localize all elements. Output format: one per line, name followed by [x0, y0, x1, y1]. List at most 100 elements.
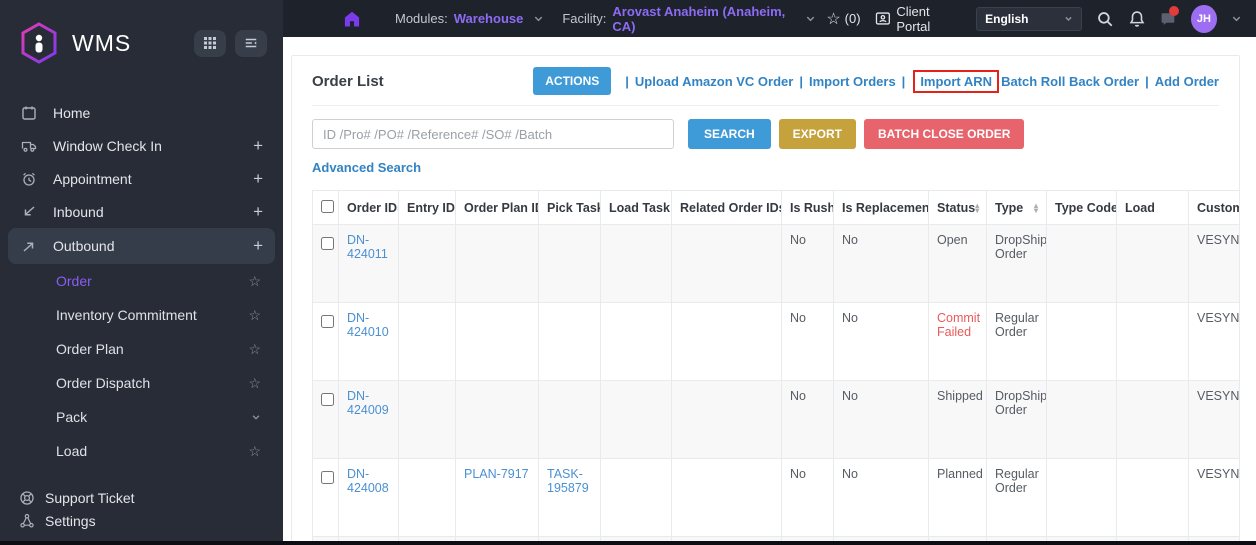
row-checkbox[interactable]	[321, 315, 334, 328]
batch-close-order-button[interactable]: BATCH CLOSE ORDER	[864, 119, 1025, 149]
bell-icon	[1129, 10, 1145, 27]
column-header-load[interactable]: Load	[1116, 190, 1189, 225]
column-header-type-code[interactable]: Type Code▴▾	[1046, 190, 1117, 225]
collapse-sidebar-button[interactable]	[235, 29, 267, 57]
column-header-entry-id[interactable]: Entry ID	[398, 190, 456, 225]
favorite-star-icon[interactable]: ☆	[248, 341, 261, 358]
action-link-add-order[interactable]: Add Order	[1155, 74, 1219, 89]
cell-text[interactable]: DN-424009	[347, 389, 389, 417]
sidebar-subitem-order[interactable]: Order ☆	[0, 264, 283, 298]
cell-text: No	[790, 233, 806, 247]
sidebar-subitem-inventory-commitment[interactable]: Inventory Commitment ☆	[0, 298, 283, 332]
search-input[interactable]	[312, 119, 674, 149]
sidebar-item-appointment[interactable]: Appointment +	[0, 162, 283, 195]
column-header-status[interactable]: Status ▴ ▾	[928, 190, 987, 225]
avatar[interactable]: JH	[1190, 4, 1218, 33]
home-button[interactable]	[343, 10, 361, 28]
cell-text[interactable]: PLAN-7917	[464, 467, 529, 481]
messages-button[interactable]	[1160, 6, 1179, 27]
notifications-button[interactable]	[1128, 10, 1146, 28]
client-portal-button[interactable]: Client Portal	[875, 4, 963, 34]
column-header-type[interactable]: Type ▴ ▾	[986, 190, 1047, 225]
cell-text: No	[790, 389, 806, 403]
cell-order-id[interactable]: DN-424011	[338, 224, 399, 303]
advanced-search-link[interactable]: Advanced Search	[312, 160, 421, 175]
column-header-is-rush[interactable]: Is Rush▴▾	[781, 190, 834, 225]
content-area: Order List ACTIONS | Upload Amazon VC Ord…	[283, 37, 1256, 545]
sidebar-item-window-check-in[interactable]: Window Check In +	[0, 129, 283, 162]
cell-order-id[interactable]: DN-424009	[338, 380, 399, 459]
link-separator: |	[901, 73, 906, 89]
sidebar-item-inbound[interactable]: Inbound +	[0, 195, 283, 228]
column-label: Order Plan ID	[464, 200, 539, 215]
apps-grid-button[interactable]	[194, 29, 226, 57]
sidebar-item-settings[interactable]: Settings	[0, 509, 283, 532]
column-label: Status	[937, 200, 976, 215]
cell-status: Shipped	[928, 380, 987, 459]
chevron-down-icon[interactable]	[251, 412, 261, 422]
sidebar-subitem-load[interactable]: Load ☆	[0, 434, 283, 468]
cell-text: VESYN	[1197, 467, 1239, 481]
expand-plus-icon[interactable]: +	[253, 136, 263, 156]
row-checkbox[interactable]	[321, 393, 334, 406]
row-checkbox-cell[interactable]	[312, 302, 339, 381]
sidebar-subitem-order-plan[interactable]: Order Plan ☆	[0, 332, 283, 366]
language-select[interactable]: English	[976, 6, 1082, 31]
cell-text[interactable]: DN-424010	[347, 311, 389, 339]
search-button[interactable]	[1096, 10, 1114, 28]
sidebar-subitem-pack[interactable]: Pack	[0, 400, 283, 434]
facility-value: Arovast Anaheim (Anaheim, CA)	[612, 3, 786, 34]
modules-selector[interactable]: Modules: Warehouse	[395, 11, 554, 26]
action-link-upload-amazon-vc-order[interactable]: Upload Amazon VC Order	[635, 74, 793, 89]
row-checkbox-cell[interactable]	[312, 224, 339, 303]
sidebar-item-home[interactable]: Home	[0, 96, 283, 129]
favorite-star-icon[interactable]: ☆	[248, 375, 261, 392]
favorite-star-icon[interactable]: ☆	[248, 273, 261, 290]
favorite-star-icon[interactable]: ☆	[248, 307, 261, 324]
export-button[interactable]: EXPORT	[778, 119, 857, 149]
actions-button[interactable]: ACTIONS	[533, 67, 612, 95]
facility-selector[interactable]: Facility: Arovast Anaheim (Anaheim, CA)	[562, 4, 826, 34]
cell-text[interactable]: TASK-195879	[547, 467, 589, 495]
action-link-import-orders[interactable]: Import Orders	[809, 74, 896, 89]
row-checkbox-cell[interactable]	[312, 458, 339, 537]
column-header-order-plan-id[interactable]: Order Plan ID	[455, 190, 539, 225]
column-header-order-id[interactable]: Order ID▴▾	[338, 190, 399, 225]
column-header-customer[interactable]: Customer	[1188, 190, 1239, 225]
row-checkbox[interactable]	[321, 471, 334, 484]
column-header-pick-task[interactable]: Pick Task	[538, 190, 601, 225]
cell-order-id[interactable]: DN-424010	[338, 302, 399, 381]
expand-plus-icon[interactable]: +	[253, 169, 263, 189]
sidebar-item-label: Home	[53, 104, 91, 121]
column-header-is-replacement[interactable]: Is Replacement▴▾	[833, 190, 929, 225]
cell-customer: VESYN	[1188, 302, 1239, 381]
select-all-checkbox[interactable]	[321, 199, 334, 213]
cell-text[interactable]: DN-424008	[347, 467, 389, 495]
cell-pick-task[interactable]: TASK-195879	[538, 458, 601, 537]
cell-order-plan-id[interactable]: PLAN-7917	[455, 458, 539, 537]
order-list-card: Order List ACTIONS | Upload Amazon VC Ord…	[291, 55, 1240, 545]
action-link-batch-roll-back-order[interactable]: Batch Roll Back Order	[1001, 74, 1139, 89]
cell-load	[1116, 302, 1189, 381]
select-all-checkbox-cell[interactable]	[312, 190, 339, 225]
column-header-load-task[interactable]: Load Task	[600, 190, 672, 225]
action-links: ACTIONS | Upload Amazon VC Order | Import O…	[533, 67, 1219, 95]
row-checkbox[interactable]	[321, 237, 334, 250]
search-submit-button[interactable]: SEARCH	[688, 119, 771, 149]
cell-type-code	[1046, 380, 1117, 459]
sidebar-item-support-ticket[interactable]: Support Ticket	[0, 486, 283, 509]
sidebar-item-outbound[interactable]: Outbound +	[8, 228, 275, 264]
row-checkbox-cell[interactable]	[312, 380, 339, 459]
favorite-star-icon[interactable]: ☆	[248, 443, 261, 460]
cell-order-id[interactable]: DN-424008	[338, 458, 399, 537]
expand-plus-icon[interactable]: +	[253, 236, 263, 256]
chevron-down-icon[interactable]	[1231, 13, 1242, 24]
cell-related-order-ids	[671, 224, 782, 303]
action-link-import-arn[interactable]: Import ARN	[920, 74, 992, 89]
cell-related-order-ids	[671, 302, 782, 381]
expand-plus-icon[interactable]: +	[253, 202, 263, 222]
sidebar-subitem-order-dispatch[interactable]: Order Dispatch ☆	[0, 366, 283, 400]
favorites-button[interactable]: ☆ (0)	[826, 9, 860, 29]
column-header-related-order-ids[interactable]: Related Order IDs▴▾	[671, 190, 782, 225]
cell-text[interactable]: DN-424011	[347, 233, 388, 261]
